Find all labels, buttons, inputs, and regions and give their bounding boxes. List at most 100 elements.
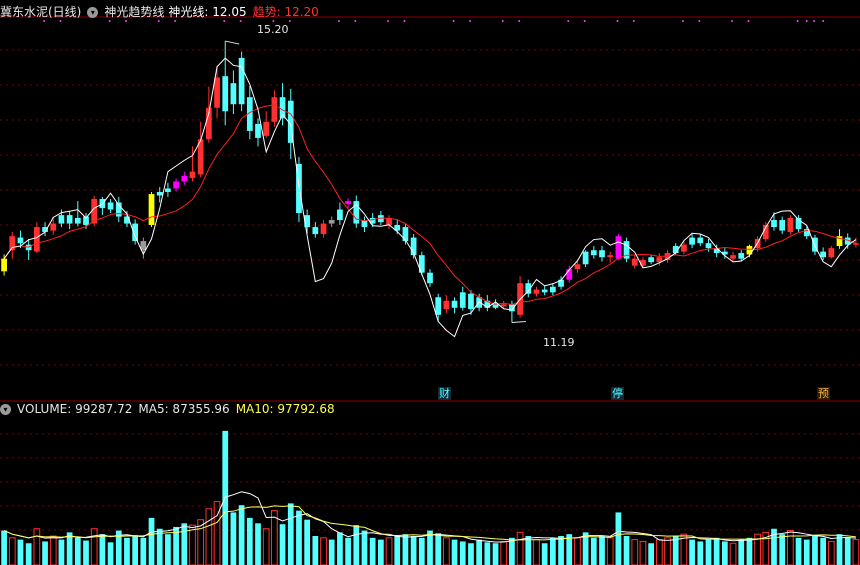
signal-dot — [43, 20, 46, 22]
volume-bar — [156, 528, 163, 565]
marker-ting[interactable]: 停 — [611, 387, 624, 400]
volume-bar — [435, 533, 442, 565]
volume-bar — [49, 535, 57, 565]
signal-dot — [501, 20, 504, 22]
candle-body — [492, 304, 499, 308]
volume-bar — [394, 536, 401, 565]
candle-body — [107, 202, 114, 210]
signal-dot — [174, 20, 177, 22]
candle-body — [566, 269, 573, 280]
volume-bar — [83, 540, 89, 565]
volume-bar — [353, 525, 360, 565]
candle-body — [181, 175, 188, 182]
candle-body — [607, 255, 614, 258]
candle-body — [599, 250, 605, 258]
signal-dot — [567, 20, 570, 22]
signal-dot — [518, 20, 521, 22]
candle-body — [156, 191, 163, 196]
volume-bar — [255, 523, 261, 565]
candle-body — [189, 171, 196, 178]
volume-bar — [476, 539, 483, 565]
volume-bar — [729, 542, 737, 565]
candle-body — [255, 123, 261, 138]
candle-body — [74, 217, 81, 224]
signal-dot — [813, 20, 815, 22]
volume-bar — [509, 537, 515, 565]
candle-body — [165, 188, 171, 192]
volume-bar — [304, 519, 311, 565]
candle-body — [214, 77, 220, 108]
volume-bar — [312, 536, 319, 565]
volume-bar — [451, 539, 458, 565]
volume-bar — [8, 537, 16, 565]
volume-bar — [606, 537, 614, 565]
volume-bar — [721, 541, 728, 565]
volume-bar — [230, 512, 237, 565]
candle-body — [681, 244, 687, 252]
volume-bar — [90, 528, 98, 565]
shenguang-line-value: 神光线: 12.05 — [168, 5, 247, 19]
volume-bar — [443, 537, 450, 565]
price-panel-header: 冀东水泥(日线) ▾ 神光趋势线 神光线: 12.05 趋势: 12.20 — [0, 4, 325, 20]
settings-toggle-icon[interactable]: ▾ — [87, 7, 99, 18]
volume-bar — [148, 517, 155, 565]
volume-bar — [615, 512, 622, 565]
candle-body — [17, 237, 24, 244]
volume-bar — [33, 528, 41, 565]
volume-bar — [689, 539, 695, 565]
candle-body — [312, 227, 319, 235]
candle-body — [173, 181, 179, 189]
candle-body — [574, 264, 581, 270]
volume-panel-header: ▾ VOLUME: 99287.72 MA5: 87355.96 MA10: 9779… — [0, 401, 341, 417]
candle-body — [50, 223, 57, 231]
candle-body — [820, 251, 827, 258]
volume-bar — [132, 535, 139, 565]
candle-body — [468, 293, 474, 310]
volume-bar — [361, 530, 368, 565]
volume-toggle-icon[interactable]: ▾ — [0, 404, 11, 415]
volume-bar — [42, 541, 48, 565]
signal-dot — [681, 20, 684, 22]
volume-bar — [713, 537, 720, 565]
volume-bar — [279, 524, 286, 565]
volume-bar — [459, 541, 466, 565]
volume-bar — [492, 543, 499, 565]
signal-dot — [805, 20, 808, 22]
volume-bar — [287, 503, 294, 565]
volume-bar — [328, 539, 335, 565]
candle-body — [402, 227, 409, 242]
volume-bar — [697, 541, 704, 565]
candle-body — [443, 300, 450, 310]
candle-body — [787, 217, 794, 232]
signal-dot — [822, 20, 825, 22]
signal-dot — [59, 20, 62, 22]
volume-bar — [140, 537, 147, 565]
ma10-value: MA10: 97792.68 — [235, 402, 335, 416]
signal-dot — [452, 20, 455, 22]
low-price-label: 11.19 — [543, 336, 575, 349]
volume-bar — [705, 539, 712, 565]
volume-bar — [99, 534, 106, 565]
signal-dot — [354, 20, 357, 22]
volume-bar — [648, 543, 655, 565]
volume-bar — [852, 539, 860, 565]
marker-cai[interactable]: 财 — [438, 387, 451, 400]
volume-bar — [525, 536, 532, 565]
low-pointer — [511, 321, 526, 324]
volume-bar — [639, 540, 647, 565]
candle-body — [582, 251, 589, 265]
volume-bar — [484, 542, 491, 565]
candle-body — [230, 83, 237, 105]
volume-value: VOLUME: 99287.72 — [17, 402, 133, 416]
volume-bar — [533, 539, 540, 565]
volume-bar — [516, 531, 524, 565]
candle-body — [1, 258, 7, 272]
marker-yu[interactable]: 预 — [817, 387, 830, 400]
candle-body — [345, 201, 351, 204]
signal-dot — [387, 20, 390, 22]
candle-body — [328, 220, 335, 224]
volume-bar — [17, 539, 24, 565]
candle-body — [533, 289, 540, 294]
signal-dot — [632, 20, 635, 22]
candlestick-chart — [0, 16, 860, 565]
